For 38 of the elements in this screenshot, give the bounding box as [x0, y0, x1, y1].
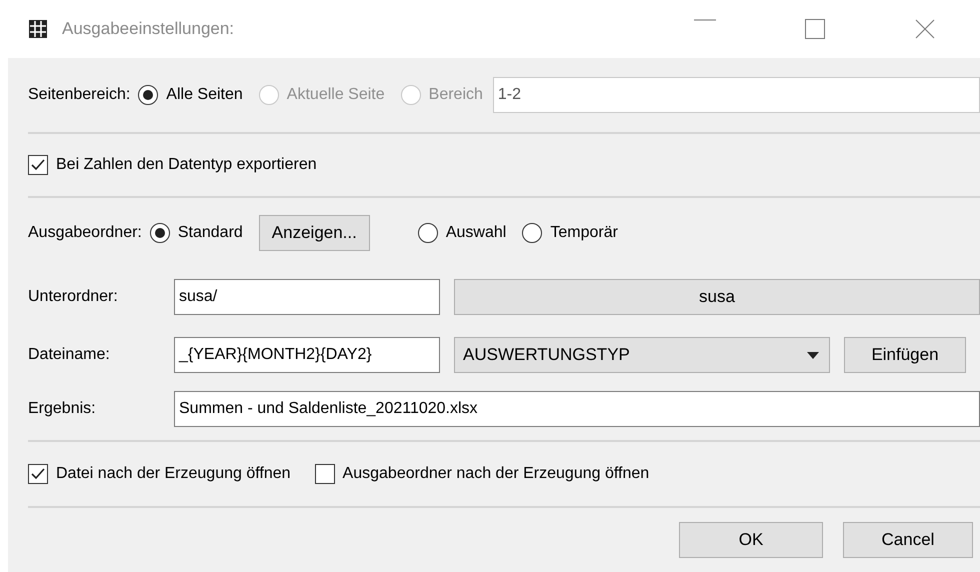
checkbox-label[interactable]: Datei nach der Erzeugung öffnen: [56, 462, 291, 486]
checkmark-icon: [30, 467, 46, 481]
checkmark-icon: [30, 158, 46, 172]
field-label: Ergebnis:: [28, 399, 97, 419]
dialog-button[interactable]: OK: [679, 522, 823, 558]
field-label: Seitenbereich:: [28, 85, 130, 105]
window-title: Ausgabeeinstellungen:: [62, 18, 234, 40]
checkbox[interactable]: [314, 464, 335, 484]
show-button[interactable]: Anzeigen...: [258, 215, 370, 251]
filename-input[interactable]: _{YEAR}{MONTH2}{DAY2}: [174, 337, 440, 373]
grid-icon: [28, 19, 48, 39]
radio-button[interactable]: [418, 223, 438, 243]
checkbox[interactable]: [28, 464, 48, 484]
radio-button[interactable]: [138, 85, 158, 105]
close-icon[interactable]: [915, 19, 935, 39]
range-input[interactable]: 1-2: [492, 77, 980, 113]
radio-label[interactable]: Temporär: [550, 221, 618, 245]
result-input[interactable]: Summen - und Saldenliste_20211020.xlsx: [174, 391, 980, 427]
minimize-icon[interactable]: [694, 19, 716, 21]
subfolder-input[interactable]: susa/: [174, 279, 440, 315]
maximize-icon[interactable]: [805, 19, 825, 39]
field-label: Ausgabeordner:: [28, 223, 142, 243]
checkbox-label[interactable]: Ausgabeordner nach der Erzeugung öffnen: [342, 462, 650, 486]
subfolder-button[interactable]: susa: [454, 279, 980, 315]
radio-label[interactable]: Alle Seiten: [166, 83, 243, 107]
radio-button[interactable]: [150, 223, 170, 243]
dropdown[interactable]: AUSWERTUNGSTYP: [454, 337, 830, 373]
radio-button[interactable]: [522, 223, 542, 243]
field-label: Unterordner:: [28, 287, 119, 307]
radio-label[interactable]: Auswahl: [446, 221, 506, 245]
field-label: Dateiname:: [28, 345, 111, 365]
dialog-button[interactable]: Cancel: [843, 522, 973, 558]
checkbox-label[interactable]: Bei Zahlen den Datentyp exportieren: [56, 153, 317, 177]
insert-button[interactable]: Einfügen: [844, 337, 966, 373]
dropdown-value: AUSWERTUNGSTYP: [463, 344, 630, 366]
radio-label[interactable]: Standard: [178, 221, 243, 245]
checkbox[interactable]: [28, 155, 48, 175]
caret-icon: [807, 352, 819, 358]
